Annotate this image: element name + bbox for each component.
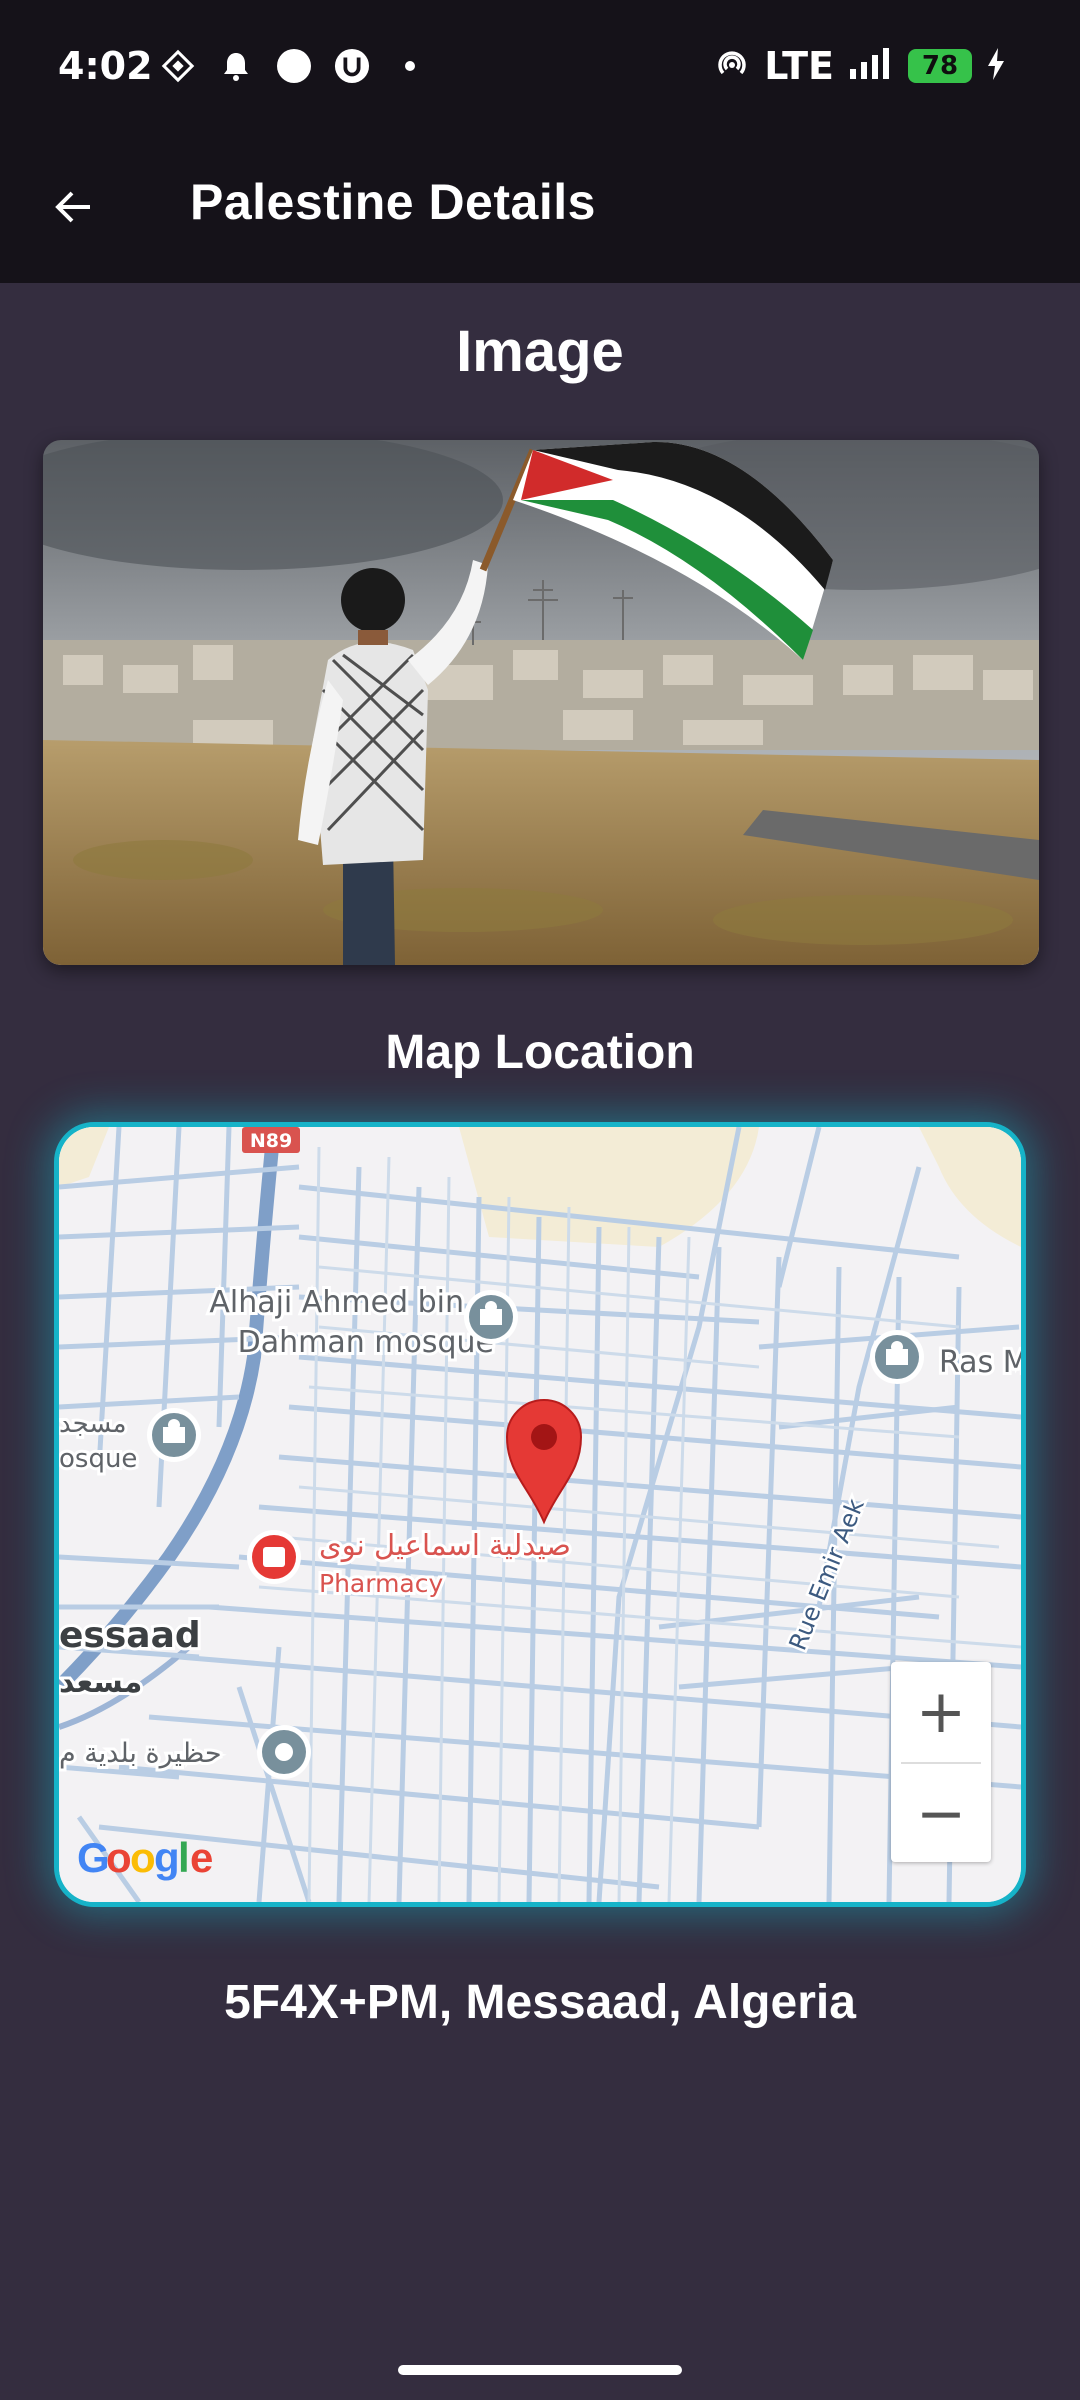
address-text: 5F4X+PM, Messaad, Algeria	[224, 1976, 856, 2029]
status-bar: 4:02 LTE 78	[0, 0, 1080, 135]
svg-text:l: l	[178, 1834, 190, 1881]
bell-icon	[218, 48, 254, 84]
status-time: 4:02	[58, 44, 153, 88]
map-label-hazira: حظيرة بلدية م	[59, 1738, 222, 1769]
mosque-pin-icon[interactable]	[147, 1408, 201, 1462]
svg-text:o: o	[106, 1834, 132, 1881]
dot-icon	[392, 48, 428, 84]
palestine-image[interactable]	[43, 440, 1039, 965]
place-pin-icon[interactable]	[257, 1725, 311, 1779]
charging-icon	[986, 47, 1006, 85]
signal-icon	[848, 47, 894, 85]
map-label-mosque-1b: Dahman mosque	[238, 1325, 494, 1360]
map-label-masjid-b: osque	[59, 1444, 137, 1474]
map-label-mosque-1: Alhaji Ahmed bin	[209, 1285, 464, 1320]
app-bar: Palestine Details	[0, 135, 1080, 283]
svg-text:o: o	[130, 1834, 156, 1881]
svg-text:e: e	[190, 1834, 213, 1881]
page-title: Palestine Details	[190, 174, 596, 230]
svg-text:G: G	[77, 1834, 110, 1881]
map-label-ras: Ras M	[939, 1345, 1021, 1380]
map-section-title: Map Location	[385, 1026, 695, 1079]
map-label-masjid-a: مسجد	[59, 1409, 127, 1439]
map-label-city: essaad	[59, 1615, 201, 1656]
battery-indicator: 78	[908, 49, 972, 83]
arrow-left-icon	[55, 191, 90, 223]
pharmacy-pin-icon[interactable]	[247, 1530, 301, 1584]
zoom-in-button[interactable]: +	[891, 1662, 991, 1762]
mosque-pin-icon[interactable]	[870, 1330, 924, 1384]
system-indicators: LTE 78	[714, 44, 1006, 88]
notification-icons	[160, 48, 428, 84]
u-icon	[334, 48, 370, 84]
map-label-pharmacy-ar: صيدلية اسماعيل نوى	[319, 1528, 571, 1562]
hotspot-icon	[714, 46, 750, 86]
zoom-out-button[interactable]: −	[891, 1764, 991, 1864]
svg-text:g: g	[154, 1834, 180, 1881]
circle-icon	[276, 48, 312, 84]
google-logo: G o o g l e	[77, 1834, 213, 1881]
mosque-pin-icon[interactable]	[464, 1290, 518, 1344]
home-indicator[interactable]	[398, 2365, 682, 2375]
road-badge: N89	[250, 1130, 292, 1152]
plus-icon: +	[915, 1677, 967, 1747]
map-label-city-ar: مسعد	[59, 1665, 142, 1700]
image-section-title: Image	[456, 319, 624, 384]
map-view[interactable]: N89 Alhaji Ahmed bin Dahman mosque Ras M…	[54, 1122, 1026, 1907]
minus-icon: −	[915, 1779, 967, 1849]
zoom-controls: + −	[891, 1662, 991, 1862]
network-type: LTE	[764, 44, 834, 88]
diamond-icon	[160, 48, 196, 84]
back-button[interactable]	[44, 177, 104, 237]
map-label-pharmacy-en: Pharmacy	[319, 1569, 443, 1598]
